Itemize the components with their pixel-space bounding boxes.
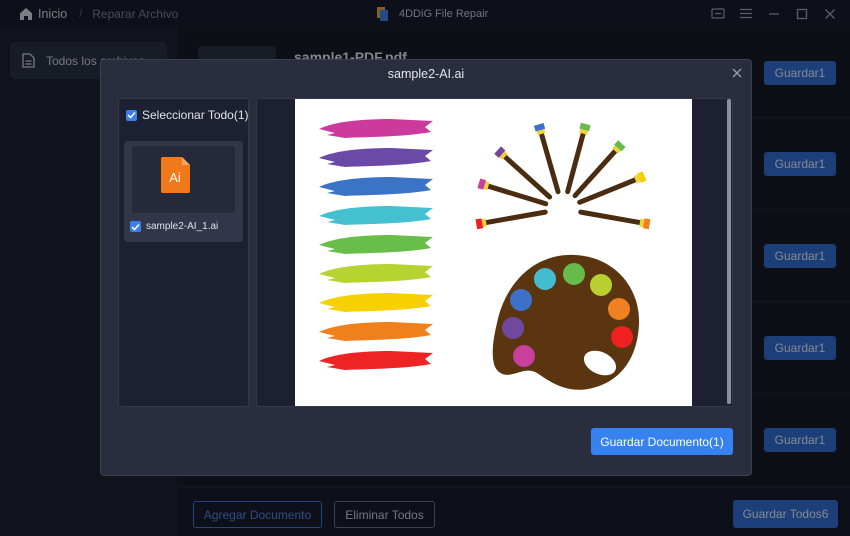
paint-stroke: [319, 148, 433, 167]
paint-artwork-image: [319, 119, 651, 390]
select-all-label: Seleccionar Todo(1): [142, 108, 249, 122]
brush-handle: [565, 131, 586, 195]
dialog-title: sample2-AI.ai: [387, 67, 465, 81]
brush-tip: [477, 178, 487, 190]
brush-tip: [637, 171, 647, 183]
preview-scrollbar[interactable]: [727, 99, 731, 404]
brush-ferrule: [633, 174, 641, 184]
preview-pane: [256, 98, 733, 407]
paint-stroke: [319, 351, 433, 370]
ai-file-icon: Ai: [161, 157, 190, 193]
paint-stroke: [319, 235, 433, 254]
save-document-button[interactable]: Guardar Documento(1): [591, 428, 733, 455]
checkbox-checked-icon[interactable]: [126, 109, 137, 121]
brush-ferrule: [536, 129, 546, 136]
ai-icon-text: Ai: [169, 170, 181, 185]
brush-ferrule: [483, 181, 490, 191]
brush-tip: [494, 146, 506, 158]
paint-stroke: [319, 293, 433, 312]
brush-handle: [483, 209, 548, 226]
brush-tip: [642, 218, 651, 230]
brush-tip: [614, 140, 626, 152]
file-checkbox[interactable]: sample2-AI_1.ai: [130, 221, 218, 232]
preview-image: [295, 99, 692, 406]
file-card[interactable]: Ai sample2-AI_1.ai: [124, 141, 243, 242]
brush-ferrule: [579, 128, 589, 135]
brush-tip: [579, 122, 591, 132]
paint-stroke: [319, 206, 433, 225]
file-selector-pane: Seleccionar Todo(1) Ai sample2-AI_1.ai: [118, 98, 249, 407]
paint-stroke: [319, 177, 433, 196]
file-card-name: sample2-AI_1.ai: [146, 221, 219, 232]
brush-ferrule: [481, 218, 487, 228]
brush-ferrule: [612, 145, 621, 154]
preview-dialog: sample2-AI.ai Seleccionar Todo(1) Ai sam…: [100, 59, 752, 476]
select-all-checkbox[interactable]: Seleccionar Todo(1): [126, 108, 249, 122]
brush-handle: [578, 209, 643, 226]
paint-stroke: [319, 119, 433, 138]
brush-ferrule: [499, 151, 508, 160]
checkbox-checked-icon[interactable]: [130, 221, 141, 232]
brush-handle: [539, 131, 561, 195]
brush-ferrule: [639, 218, 645, 228]
paint-stroke: [319, 264, 433, 283]
close-icon[interactable]: [730, 66, 744, 80]
brush-tip: [475, 218, 484, 230]
paint-stroke: [319, 322, 433, 341]
brush-tip: [533, 123, 546, 132]
